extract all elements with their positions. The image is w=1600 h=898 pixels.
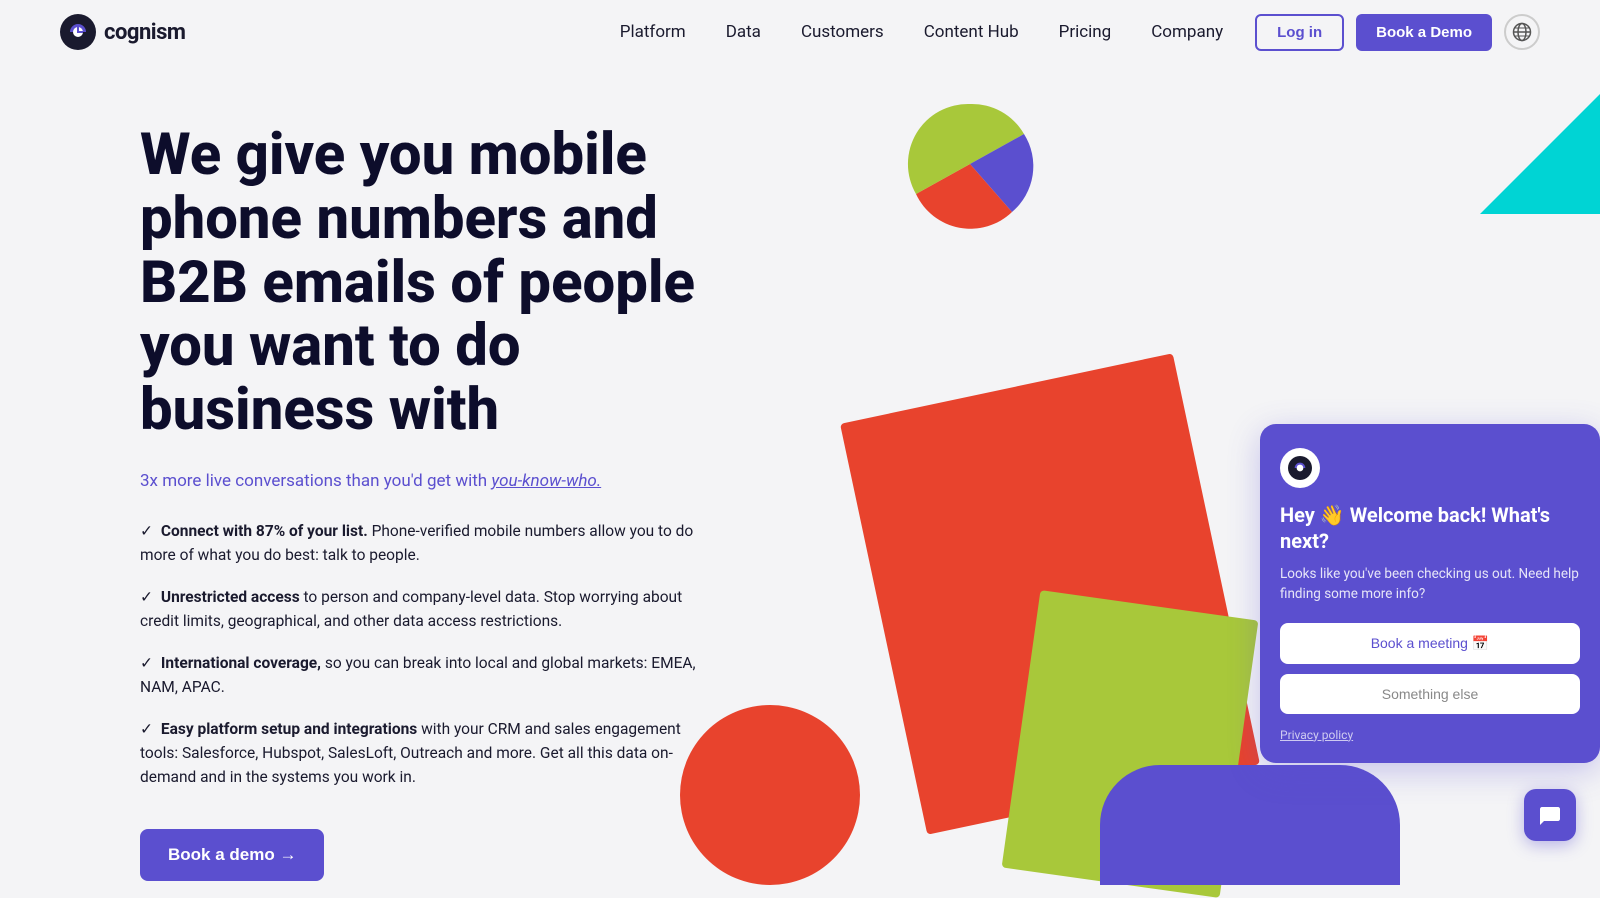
checkmark-4: ✓ (140, 720, 153, 738)
checkmark-2: ✓ (140, 588, 153, 606)
logo-icon (60, 14, 96, 50)
nav-links: Platform Data Customers Content Hub Pric… (620, 22, 1223, 42)
hero-subtitle-text: 3x more live conversations than you'd ge… (140, 471, 491, 491)
navbar: cognism Platform Data Customers Content … (0, 0, 1600, 64)
login-button[interactable]: Log in (1255, 14, 1344, 51)
red-circle-decoration (680, 705, 860, 885)
feature-item-4: ✓ Easy platform setup and integrations w… (140, 717, 720, 789)
chat-title: Hey 👋 Welcome back! What's next? (1280, 502, 1580, 554)
feature-item-2: ✓ Unrestricted access to person and comp… (140, 585, 720, 633)
feature-bold-2: Unrestricted access (161, 588, 300, 606)
chat-subtitle: Looks like you've been checking us out. … (1280, 564, 1580, 605)
language-selector-button[interactable] (1504, 14, 1540, 50)
chat-book-meeting-button[interactable]: Book a meeting 📅 (1280, 623, 1580, 664)
logo[interactable]: cognism (60, 14, 185, 50)
feature-item-1: ✓ Connect with 87% of your list. Phone-v… (140, 519, 720, 567)
hero-subtitle-italic: you-know-who. (491, 471, 601, 491)
checkmark-3: ✓ (140, 654, 153, 672)
globe-icon (1512, 22, 1532, 42)
feature-item-3: ✓ International coverage, so you can bre… (140, 651, 720, 699)
purple-bottom-decoration (1100, 765, 1400, 885)
nav-data[interactable]: Data (726, 22, 761, 42)
chat-widget: Hey 👋 Welcome back! What's next? Looks l… (1260, 424, 1600, 763)
nav-content-hub[interactable]: Content Hub (924, 22, 1019, 42)
book-demo-hero-button[interactable]: Book a demo → (140, 829, 324, 881)
nav-company[interactable]: Company (1151, 22, 1223, 42)
feature-bold-1: Connect with 87% of your list. (161, 522, 368, 540)
hero-title: We give you mobile phone numbers and B2B… (140, 124, 760, 443)
feature-bold-3: International coverage, (161, 654, 321, 672)
chat-logo-icon (1288, 456, 1312, 480)
chat-something-else-button[interactable]: Something else (1280, 674, 1580, 714)
triangle-decoration (1480, 94, 1600, 214)
hero-subtitle: 3x more live conversations than you'd ge… (140, 471, 820, 491)
main-content: We give you mobile phone numbers and B2B… (0, 64, 1600, 865)
hero-right: Hey 👋 Welcome back! What's next? Looks l… (820, 104, 1540, 865)
nav-actions: Log in Book a Demo (1255, 14, 1540, 51)
pie-chart-decoration (900, 94, 1040, 234)
logo-text: cognism (104, 20, 185, 45)
chat-logo (1280, 448, 1320, 488)
chat-bubble-icon (1538, 803, 1562, 827)
feature-bold-4: Easy platform setup and integrations (161, 720, 417, 738)
nav-customers[interactable]: Customers (801, 22, 884, 42)
nav-pricing[interactable]: Pricing (1059, 22, 1112, 42)
checkmark-1: ✓ (140, 522, 153, 540)
chat-bubble-button[interactable] (1524, 789, 1576, 841)
chat-privacy-link[interactable]: Privacy policy (1280, 728, 1353, 742)
nav-platform[interactable]: Platform (620, 22, 686, 42)
book-demo-nav-button[interactable]: Book a Demo (1356, 14, 1492, 51)
